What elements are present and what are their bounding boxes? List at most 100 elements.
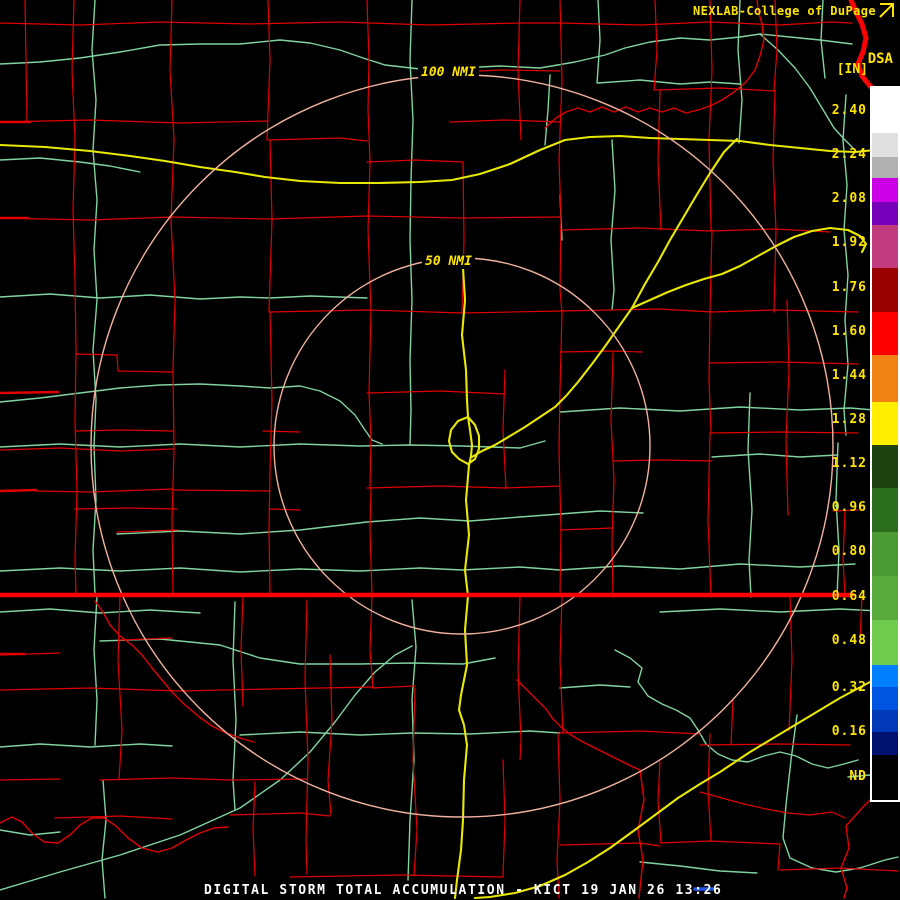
secondary-road-line — [232, 601, 237, 811]
county-border-line — [269, 309, 561, 314]
colorbar-tick-label: 1.28 — [831, 412, 867, 427]
county-border-line — [0, 778, 61, 781]
county-border-line — [262, 430, 301, 433]
colorbar-tick-label: 2.08 — [831, 191, 867, 206]
colorbar-segment — [872, 225, 898, 268]
colorbar-tick-label: 0.80 — [831, 544, 867, 559]
range-ring-label-100nmi: 100 NMI — [418, 65, 479, 80]
colorbar-tick-label: 1.76 — [831, 280, 867, 295]
secondary-road-line — [0, 608, 201, 614]
primary-road-line — [466, 415, 474, 467]
secondary-road-line — [93, 595, 98, 746]
county-border-line — [785, 299, 790, 516]
county-border-line — [653, 0, 658, 91]
colorbar-segment — [872, 445, 898, 488]
secondary-road-line — [239, 730, 561, 736]
colorbar-tick-label: 1.12 — [831, 456, 867, 471]
secondary-road-line — [659, 608, 899, 613]
county-border-line — [559, 730, 701, 735]
county-border-line — [559, 527, 614, 531]
secondary-road-line — [101, 779, 107, 899]
product-title-text: DIGITAL STORM TOTAL ACCUMULATION - KICT … — [204, 883, 723, 898]
county-border-line — [54, 815, 173, 820]
county-border-line — [559, 21, 853, 26]
county-border-line — [74, 507, 178, 510]
primary-road-line — [447, 415, 481, 466]
county-border-line — [268, 139, 273, 313]
colorbar-segment — [872, 268, 898, 312]
secondary-road-line — [0, 645, 413, 891]
county-border-line — [504, 485, 561, 489]
radar-display: 2.40 2.24 2.08 1.92 1.76 1.60 1.44 1.28 1.12 0.96… — [0, 0, 900, 900]
county-border-line — [449, 119, 561, 123]
river-line — [637, 769, 645, 899]
county-border-line — [707, 432, 712, 598]
primary-road-line — [453, 463, 471, 900]
brand-text: NEXLAB-College of DuPage — [693, 4, 876, 18]
county-border-line — [707, 733, 712, 842]
county-border-line — [517, 595, 522, 761]
colorbar-segment — [872, 157, 898, 178]
primary-road-line — [473, 666, 900, 900]
county-border-line — [779, 867, 899, 872]
secondary-road-line — [0, 743, 173, 748]
county-border-line — [289, 874, 504, 878]
primary-road-line — [0, 134, 900, 185]
secondary-road-line — [596, 0, 601, 84]
colorbar-tick-label: ND — [849, 769, 867, 784]
secondary-road-line — [409, 0, 414, 446]
county-border-line — [708, 0, 713, 231]
colorbar-tick-label: 2.24 — [831, 147, 867, 162]
colorbar-segment — [872, 133, 898, 157]
secondary-road-line — [842, 94, 849, 436]
colorbar-tick-label: 0.16 — [831, 724, 867, 739]
county-border-line — [412, 687, 418, 877]
county-border-line — [654, 87, 776, 92]
secondary-road-line — [0, 157, 141, 173]
county-border-line — [75, 429, 174, 432]
county-border-line — [172, 489, 271, 492]
county-border-line — [369, 487, 373, 596]
county-border-line — [699, 743, 851, 746]
county-border-line — [366, 159, 464, 163]
secondary-road-line — [0, 33, 853, 70]
county-border-line — [0, 390, 60, 395]
county-border-line — [709, 229, 713, 313]
county-border-line — [24, 0, 28, 123]
colorbar-tick-label: 0.48 — [831, 633, 867, 648]
county-border-line — [268, 311, 273, 595]
county-border-line — [304, 599, 309, 875]
secondary-road-line — [747, 392, 753, 598]
county-border-line — [371, 685, 416, 689]
county-border-line — [99, 777, 308, 781]
river-line — [544, 0, 765, 129]
county-border-line — [327, 654, 333, 816]
county-border-line — [366, 390, 506, 395]
colorbar-segment — [872, 620, 898, 665]
colorbar-segment — [872, 488, 898, 532]
secondary-road-line — [0, 563, 856, 573]
colorbar-segment — [872, 576, 898, 620]
radar-map-canvas — [0, 0, 900, 900]
county-border-line — [0, 447, 174, 452]
secondary-road-line — [0, 293, 368, 300]
colorbar-segment — [872, 202, 898, 225]
colorbar-segment — [872, 710, 898, 732]
secondary-road-line — [610, 139, 616, 311]
secondary-road-line — [737, 0, 743, 144]
county-border-line — [252, 781, 256, 877]
county-border-line — [559, 842, 661, 847]
secondary-road-line — [0, 440, 546, 449]
county-border-line — [559, 595, 564, 734]
product-code-label: DSA — [867, 51, 893, 67]
range-ring-label-50nmi: 50 NMI — [422, 254, 475, 269]
county-border-line — [772, 89, 777, 313]
secondary-road-line — [597, 79, 741, 85]
colorbar-segment — [872, 178, 898, 202]
colorbar-segment — [872, 755, 898, 798]
colorbar-tick-label: 0.32 — [831, 680, 867, 695]
county-border-line — [229, 812, 331, 817]
secondary-road-line — [407, 599, 417, 881]
county-border-line — [657, 761, 662, 844]
colorbar-segment — [872, 687, 898, 710]
